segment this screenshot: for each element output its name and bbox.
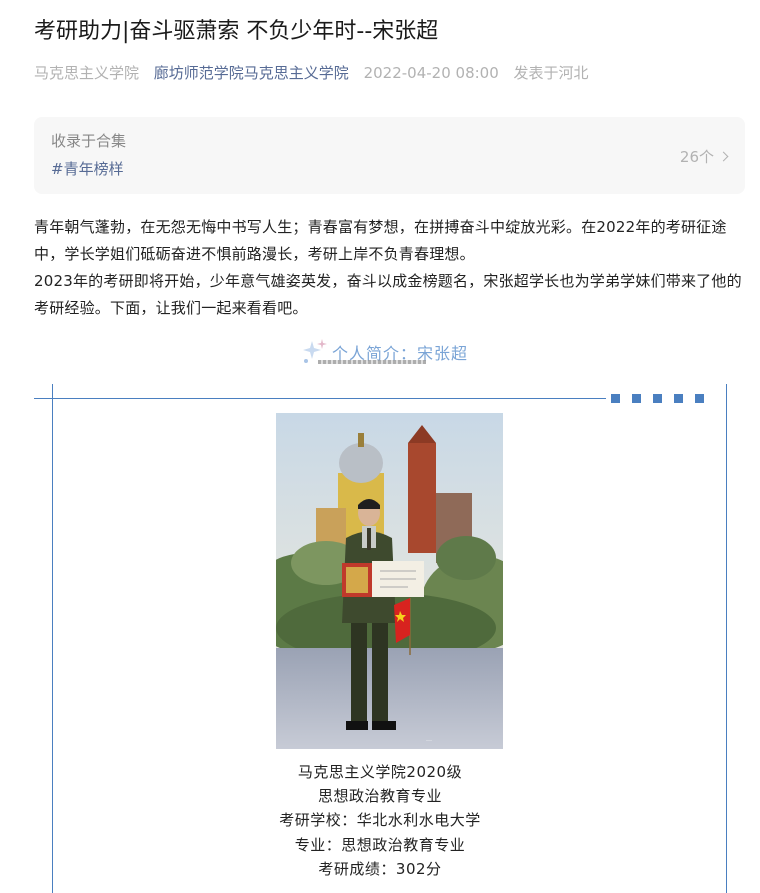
album-label: 收录于合集 bbox=[51, 132, 127, 150]
album-tag[interactable]: #青年榜样 bbox=[51, 158, 124, 179]
profile-line: 考研成绩：302分 bbox=[318, 860, 442, 878]
album-card[interactable]: 收录于合集 #青年榜样 26个 bbox=[34, 117, 745, 194]
profile-line: 考研学校：华北水利水电大学 bbox=[279, 811, 481, 829]
article-meta: 马克思主义学院 廊坊师范学院马克思主义学院 2022-04-20 08:00 发… bbox=[34, 62, 734, 84]
publish-time: 2022-04-20 08:00 bbox=[363, 64, 499, 82]
chevron-right-icon bbox=[718, 151, 729, 162]
profile-line: 马克思主义学院2020级 bbox=[297, 763, 463, 781]
decorative-dots bbox=[611, 394, 711, 403]
svg-text:…: … bbox=[426, 736, 432, 743]
section-heading: 个人简介：宋张超 bbox=[300, 337, 500, 367]
author-name: 马克思主义学院 bbox=[34, 64, 140, 82]
profile-photo[interactable]: … bbox=[276, 413, 503, 749]
body-paragraph: 青年朝气蓬勃，在无怨无悔中书写人生；青春富有梦想，在拼搏奋斗中绽放光彩。在202… bbox=[34, 218, 727, 263]
account-link[interactable]: 廊坊师范学院马克思主义学院 bbox=[154, 64, 349, 82]
album-count-text: 26个 bbox=[679, 148, 714, 166]
article-title: 考研助力|奋斗驱萧索 不负少年时--宋张超 bbox=[34, 19, 439, 44]
album-count[interactable]: 26个 bbox=[679, 146, 729, 167]
frame-top-line bbox=[34, 398, 606, 399]
profile-line: 思想政治教育专业 bbox=[317, 787, 442, 805]
body-paragraph: 2023年的考研即将开始，少年意气雄姿英发，奋斗以成金榜题名，宋张超学长也为学弟… bbox=[34, 272, 742, 317]
watermark-strip bbox=[318, 360, 426, 364]
publish-location: 发表于河北 bbox=[513, 64, 589, 82]
profile-line: 专业：思想政治教育专业 bbox=[294, 836, 466, 854]
